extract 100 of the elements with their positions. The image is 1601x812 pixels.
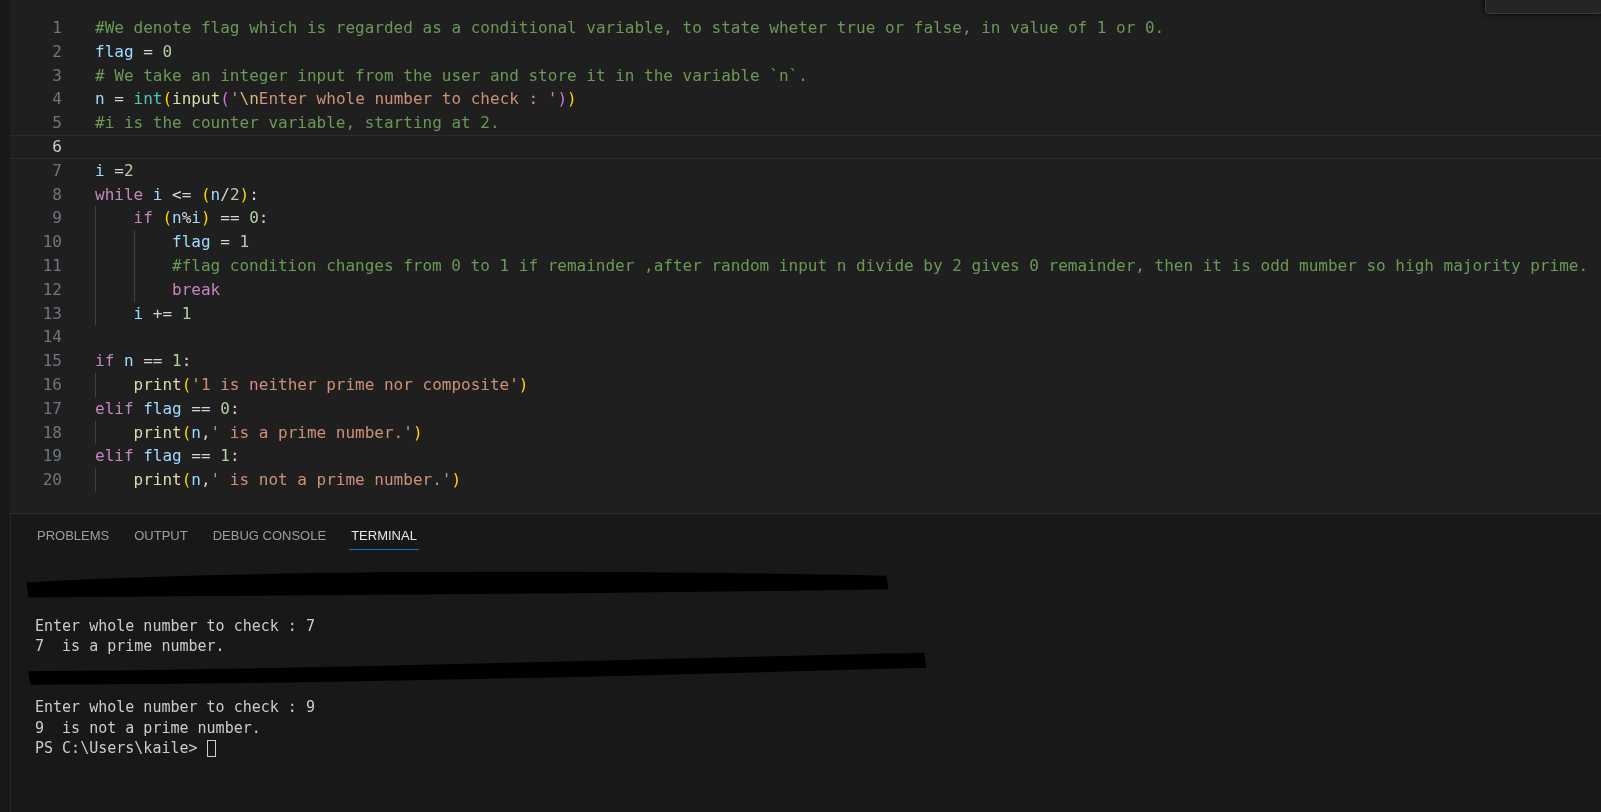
code-bracket: ( bbox=[162, 88, 173, 111]
code-operator: = bbox=[113, 88, 125, 111]
code-number: 0 bbox=[220, 397, 230, 420]
code-operator: : bbox=[181, 350, 192, 373]
code-operator: , bbox=[200, 421, 211, 444]
code-variable: n bbox=[123, 350, 134, 373]
code-operator: / bbox=[220, 183, 230, 206]
panel-tab[interactable]: OUTPUT bbox=[132, 528, 190, 550]
line-number: 10 bbox=[41, 231, 62, 254]
line-number: 3 bbox=[51, 64, 62, 87]
code-variable: i bbox=[191, 207, 201, 230]
code-function: print bbox=[133, 373, 182, 396]
panel-tab[interactable]: DEBUG CONSOLE bbox=[210, 528, 329, 550]
terminal-output: Enter whole number to check : 9 bbox=[35, 697, 315, 718]
code-variable: n bbox=[191, 469, 201, 492]
line-number: 17 bbox=[41, 397, 62, 420]
code-string: ' is not a prime number.' bbox=[210, 469, 452, 492]
code-keyword: break bbox=[172, 278, 221, 301]
code-number: 1 bbox=[239, 231, 250, 254]
code-variable: i bbox=[152, 183, 163, 206]
code-operator: % bbox=[181, 207, 192, 230]
line-number: 2 bbox=[51, 40, 62, 63]
code-variable: i bbox=[133, 302, 144, 325]
code-keyword: elif bbox=[95, 397, 135, 420]
code-keyword: elif bbox=[95, 445, 135, 468]
code-bracket: ( bbox=[181, 469, 192, 492]
code-bracket: ) bbox=[557, 88, 568, 111]
code-string: '1 is neither prime nor composite' bbox=[191, 373, 519, 396]
code-variable: i bbox=[95, 159, 105, 182]
code-operator: , bbox=[200, 469, 211, 492]
line-number: 1 bbox=[51, 17, 62, 39]
code-operator: : bbox=[229, 445, 240, 468]
code-keyword: while bbox=[95, 183, 145, 206]
code-keyword: if bbox=[133, 207, 154, 230]
code-variable: n bbox=[191, 421, 201, 444]
code-operator: = bbox=[142, 40, 154, 63]
line-number: 14 bbox=[41, 326, 62, 349]
code-string: ' is a prime number.' bbox=[210, 421, 413, 444]
code-variable: n bbox=[95, 88, 105, 111]
code-variable: flag bbox=[143, 397, 182, 420]
code-variable: flag bbox=[143, 445, 182, 468]
code-comment: #i is the counter variable, starting at 2. bbox=[95, 112, 500, 135]
code-escape: \n bbox=[239, 88, 259, 111]
code-variable: n bbox=[210, 183, 221, 206]
code-operator: : bbox=[258, 207, 269, 230]
code-number: 1 bbox=[172, 350, 182, 373]
code-bracket: ( bbox=[220, 88, 230, 111]
panel-tab[interactable]: TERMINAL bbox=[349, 528, 419, 550]
code-operator: == bbox=[142, 350, 164, 373]
line-number: 15 bbox=[41, 350, 62, 373]
line-number: 12 bbox=[41, 278, 62, 301]
code-string: Enter whole number to check : ' bbox=[258, 88, 558, 111]
code-number: 1 bbox=[220, 445, 230, 468]
code-bracket: ) bbox=[239, 183, 250, 206]
terminal-output: 9 is not a prime number. bbox=[35, 717, 261, 739]
code-variable: flag bbox=[95, 40, 134, 63]
panel-tab[interactable]: PROBLEMS bbox=[35, 528, 112, 550]
code-bracket: ( bbox=[200, 183, 211, 206]
line-number: 11 bbox=[41, 254, 62, 277]
code-operator: = bbox=[219, 231, 231, 254]
terminal-prompt: PS C:\Users\kaile> bbox=[35, 738, 198, 759]
line-number: 6 bbox=[51, 136, 62, 158]
code-bracket: ( bbox=[181, 373, 192, 396]
code-bracket: ( bbox=[162, 207, 173, 230]
code-string: ' bbox=[229, 88, 240, 111]
code-variable: flag bbox=[172, 231, 211, 254]
code-number: 1 bbox=[181, 302, 192, 325]
code-operator: = bbox=[113, 159, 124, 182]
line-number: 4 bbox=[51, 88, 62, 111]
code-comment: #We denote flag which is regarded as a conditional variable, to state wheter true or false, in value of 1 or 0. bbox=[95, 17, 1165, 39]
code-bracket: ) bbox=[567, 88, 577, 111]
code-number: 0 bbox=[162, 40, 173, 63]
line-number: 16 bbox=[41, 373, 62, 396]
terminal-output: Enter whole number to check : 7 bbox=[35, 615, 315, 637]
line-number: 13 bbox=[41, 302, 62, 325]
code-function: print bbox=[133, 421, 182, 444]
code-keyword: if bbox=[95, 350, 116, 373]
code-bracket: ) bbox=[412, 421, 423, 444]
code-operator: == bbox=[190, 445, 212, 468]
code-bracket: ) bbox=[200, 207, 211, 230]
code-number: 0 bbox=[249, 207, 259, 230]
code-bracket: ( bbox=[181, 421, 192, 444]
code-function: input bbox=[172, 88, 221, 111]
code-operator: += bbox=[151, 302, 174, 325]
line-number: 18 bbox=[41, 421, 62, 444]
code-function: print bbox=[133, 469, 182, 492]
code-operator: == bbox=[219, 207, 241, 230]
line-number: 9 bbox=[51, 207, 62, 230]
code-builtin: int bbox=[133, 88, 163, 111]
line-number: 5 bbox=[51, 112, 62, 135]
line-number: 20 bbox=[41, 469, 62, 492]
line-number: 8 bbox=[51, 183, 62, 206]
line-number: 19 bbox=[41, 445, 62, 468]
line-number: 7 bbox=[51, 159, 62, 182]
terminal-output: 7 is a prime number. bbox=[35, 636, 225, 657]
code-number: 2 bbox=[229, 183, 240, 206]
code-variable: n bbox=[172, 207, 182, 230]
code-operator: == bbox=[190, 397, 212, 420]
code-comment: # We take an integer input from the user and store it in the variable `n`. bbox=[95, 64, 808, 87]
code-operator: : bbox=[229, 397, 240, 420]
